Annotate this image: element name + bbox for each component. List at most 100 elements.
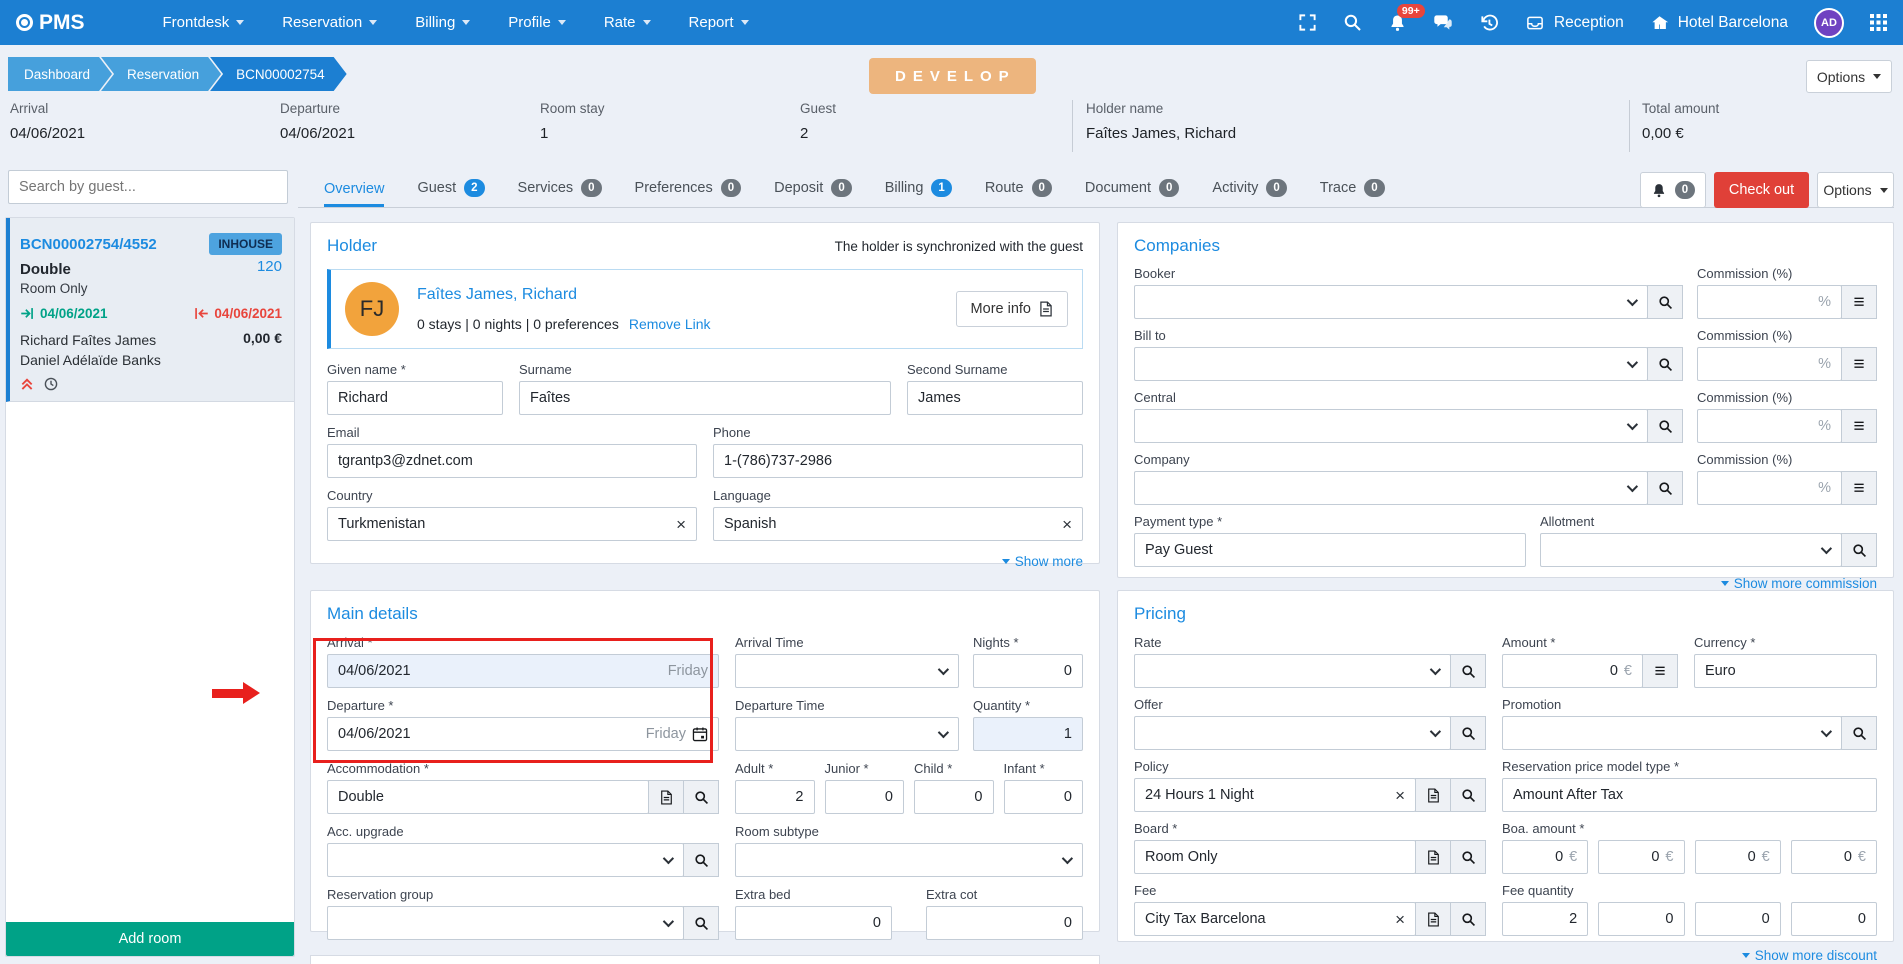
booker-select[interactable] <box>1134 285 1648 319</box>
alarms-button[interactable]: 0 <box>1640 172 1706 208</box>
second-surname-input[interactable] <box>918 390 1072 406</box>
fee-quantity-input-4[interactable]: 0 <box>1791 902 1877 936</box>
hotel-button[interactable]: Hotel Barcelona <box>1650 14 1788 32</box>
check-out-button[interactable]: Check out <box>1714 172 1809 208</box>
offer-search-button[interactable] <box>1450 716 1486 750</box>
reservation-room-card[interactable]: BCN00002754/4552 INHOUSE Double 120 Room… <box>6 218 294 402</box>
surname-input[interactable] <box>530 390 880 406</box>
bill-to-select[interactable] <box>1134 347 1648 381</box>
board-search-button[interactable] <box>1450 840 1486 874</box>
reservation-group-select[interactable] <box>327 906 684 940</box>
breadcrumb-current[interactable]: BCN00002754 <box>210 57 347 91</box>
company-commission-input[interactable]: % <box>1697 471 1842 505</box>
central-commission-menu-button[interactable]: ≡ <box>1841 409 1877 443</box>
board-detail-button[interactable] <box>1415 840 1451 874</box>
fee-detail-button[interactable] <box>1415 902 1451 936</box>
apps-grid-icon[interactable] <box>1870 14 1887 31</box>
booker-commission-menu-button[interactable]: ≡ <box>1841 285 1877 319</box>
pms-logo[interactable]: PMS <box>16 11 85 35</box>
add-room-button[interactable]: Add room <box>6 922 294 956</box>
room-subtype-select[interactable] <box>735 843 1083 877</box>
given-name-input[interactable] <box>338 390 492 406</box>
tab-guest[interactable]: Guest2 <box>417 179 484 207</box>
rate-select[interactable] <box>1134 654 1451 688</box>
accommodation-detail-button[interactable] <box>648 780 684 814</box>
extra-cot-input[interactable]: 0 <box>926 906 1083 940</box>
board-input[interactable]: Room Only <box>1134 840 1416 874</box>
nights-input[interactable]: 0 <box>973 654 1083 688</box>
fee-search-button[interactable] <box>1450 902 1486 936</box>
accommodation-input[interactable]: Double <box>327 780 649 814</box>
reservation-group-search-button[interactable] <box>683 906 719 940</box>
remove-link-button[interactable]: Remove Link <box>629 316 711 332</box>
user-avatar[interactable]: AD <box>1814 8 1844 38</box>
guest-search-input[interactable] <box>19 179 277 195</box>
holder-show-more-link[interactable]: Show more <box>1002 554 1083 569</box>
bill-to-commission-input[interactable]: % <box>1697 347 1842 381</box>
more-info-button[interactable]: More info <box>956 291 1068 327</box>
fee-quantity-input-3[interactable]: 0 <box>1695 902 1781 936</box>
holder-name-link[interactable]: Faîtes James, Richard <box>417 286 711 304</box>
fullscreen-icon[interactable] <box>1298 13 1317 32</box>
fee-quantity-input-2[interactable]: 0 <box>1598 902 1684 936</box>
menu-report[interactable]: Report <box>689 14 749 31</box>
tab-services[interactable]: Services0 <box>518 179 602 207</box>
clock-icon[interactable] <box>44 377 58 391</box>
calendar-icon[interactable] <box>692 726 708 742</box>
offer-select[interactable] <box>1134 716 1451 750</box>
company-select[interactable] <box>1134 471 1648 505</box>
notifications-bell-icon[interactable]: 99+ <box>1388 13 1407 33</box>
country-input[interactable]: Turkmenistan × <box>327 507 697 541</box>
company-search-button[interactable] <box>1647 471 1683 505</box>
boa-amount-input-2[interactable]: 0€ <box>1598 840 1684 874</box>
payment-type-input[interactable] <box>1145 542 1515 558</box>
currency-input[interactable]: Euro <box>1694 654 1877 688</box>
amount-input[interactable]: 0 € <box>1502 654 1643 688</box>
boa-amount-input-1[interactable]: 0€ <box>1502 840 1588 874</box>
acc-upgrade-search-button[interactable] <box>683 843 719 877</box>
rate-search-button[interactable] <box>1450 654 1486 688</box>
tab-options-button[interactable]: Options <box>1817 172 1894 208</box>
extra-bed-input[interactable]: 0 <box>735 906 892 940</box>
menu-reservation[interactable]: Reservation <box>282 14 377 31</box>
booker-search-button[interactable] <box>1647 285 1683 319</box>
tab-preferences[interactable]: Preferences0 <box>635 179 742 207</box>
tab-document[interactable]: Document0 <box>1085 179 1180 207</box>
reservation-code-link[interactable]: BCN00002754/4552 <box>20 236 157 253</box>
email-input[interactable] <box>338 453 686 469</box>
arrival-date-input[interactable]: 04/06/2021 Friday <box>327 654 719 688</box>
breadcrumb-reservation[interactable]: Reservation <box>101 57 221 91</box>
amount-menu-button[interactable]: ≡ <box>1642 654 1678 688</box>
clear-icon[interactable]: × <box>676 516 686 533</box>
header-options-button[interactable]: Options <box>1806 60 1892 93</box>
child-input[interactable]: 0 <box>914 780 994 814</box>
allotment-select[interactable] <box>1540 533 1842 567</box>
promotion-select[interactable] <box>1502 716 1842 750</box>
menu-rate[interactable]: Rate <box>604 14 651 31</box>
menu-frontdesk[interactable]: Frontdesk <box>163 14 245 31</box>
tab-trace[interactable]: Trace0 <box>1320 179 1385 207</box>
acc-upgrade-select[interactable] <box>327 843 684 877</box>
search-icon[interactable] <box>1343 13 1362 32</box>
phone-input[interactable] <box>724 453 1072 469</box>
allotment-search-button[interactable] <box>1841 533 1877 567</box>
collapse-up-icon[interactable] <box>20 377 34 391</box>
show-more-commission-link[interactable]: Show more commission <box>1721 576 1877 591</box>
junior-input[interactable]: 0 <box>825 780 905 814</box>
booker-commission-input[interactable]: % <box>1697 285 1842 319</box>
policy-detail-button[interactable] <box>1415 778 1451 812</box>
breadcrumb-dashboard[interactable]: Dashboard <box>8 57 112 91</box>
boa-amount-input-3[interactable]: 0€ <box>1695 840 1781 874</box>
arrival-time-select[interactable] <box>735 654 959 688</box>
fee-input[interactable]: City Tax Barcelona × <box>1134 902 1416 936</box>
language-input[interactable]: Spanish × <box>713 507 1083 541</box>
tab-deposit[interactable]: Deposit0 <box>774 179 852 207</box>
departure-date-input[interactable]: 04/06/2021 Friday <box>327 717 719 751</box>
reception-button[interactable]: Reception <box>1525 14 1624 32</box>
bill-to-commission-menu-button[interactable]: ≡ <box>1841 347 1877 381</box>
adult-input[interactable]: 2 <box>735 780 815 814</box>
menu-profile[interactable]: Profile <box>508 14 566 31</box>
fee-quantity-input-1[interactable]: 2 <box>1502 902 1588 936</box>
infant-input[interactable]: 0 <box>1004 780 1084 814</box>
departure-time-select[interactable] <box>735 717 959 751</box>
